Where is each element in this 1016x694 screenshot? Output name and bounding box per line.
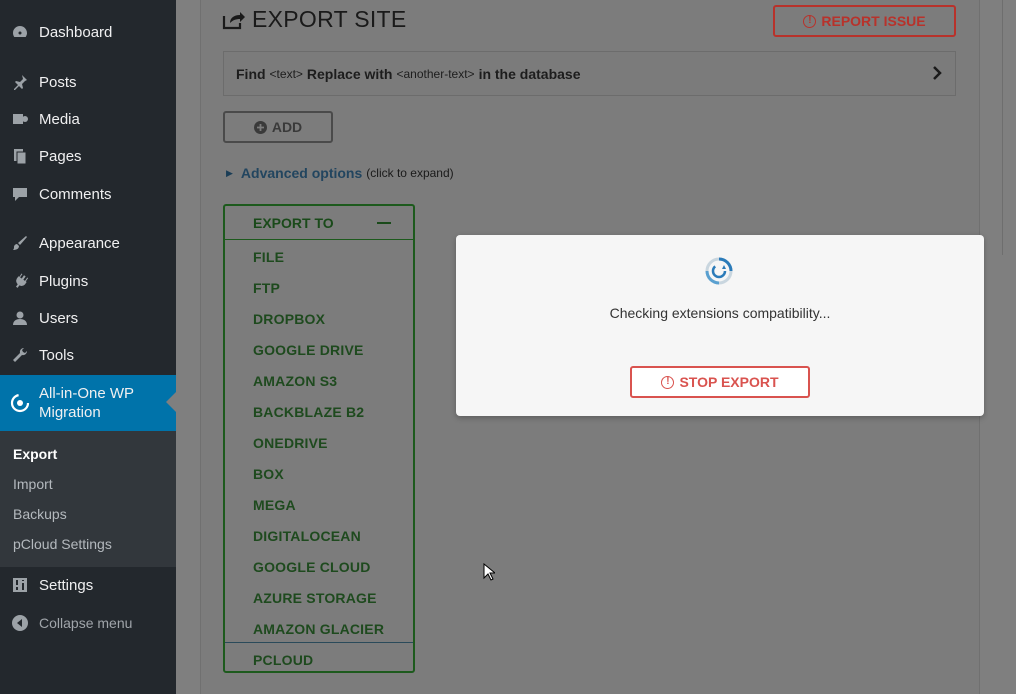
sidebar-submenu: Export Import Backups pCloud Settings	[0, 431, 176, 567]
sidebar-item-label: Settings	[39, 576, 94, 594]
alert-icon: !	[803, 14, 817, 28]
export-option-onedrive[interactable]: ONEDRIVE	[253, 435, 328, 451]
comment-icon	[10, 184, 30, 204]
submenu-item-import[interactable]: Import	[13, 476, 53, 492]
export-option-mega[interactable]: MEGA	[253, 497, 296, 513]
sidebar-item-all-in-one-wp-migration[interactable]: All-in-One WP Migration	[0, 375, 176, 431]
sidebar-item-dashboard[interactable]: Dashboard	[0, 14, 176, 50]
loading-spinner-icon	[705, 257, 733, 285]
triangle-right-icon: ▶	[226, 167, 233, 178]
settings-sliders-icon	[10, 575, 30, 595]
sidebar-item-appearance[interactable]: Appearance	[0, 225, 176, 261]
plugin-icon	[10, 271, 30, 291]
submenu-item-pcloud-settings[interactable]: pCloud Settings	[13, 536, 112, 552]
export-option-digitalocean[interactable]: DIGITALOCEAN	[253, 528, 361, 544]
sidebar-item-label: Media	[39, 110, 80, 128]
export-option-dropbox[interactable]: DROPBOX	[253, 311, 325, 327]
sidebar-item-label: Tools	[39, 346, 75, 364]
export-to-dropdown: EXPORT TO FILE FTP DROPBOX GOOGLE DRIVE …	[223, 204, 415, 673]
dashboard-icon	[10, 22, 30, 42]
sidebar-item-label: Users	[39, 309, 79, 327]
export-option-ftp[interactable]: FTP	[253, 280, 280, 296]
brush-icon	[10, 233, 30, 253]
export-option-amazon-s3[interactable]: AMAZON S3	[253, 373, 337, 389]
export-option-amazon-glacier[interactable]: AMAZON GLACIER	[253, 621, 384, 637]
sidebar-item-label: Posts	[39, 73, 77, 91]
active-indicator-arrow	[166, 392, 176, 412]
sidebar-item-label: Pages	[39, 147, 82, 165]
export-option-file[interactable]: FILE	[253, 249, 284, 265]
sidebar-item-plugins[interactable]: Plugins	[0, 263, 176, 299]
submenu-item-backups[interactable]: Backups	[13, 506, 67, 522]
report-issue-button[interactable]: ! REPORT ISSUE	[773, 5, 956, 37]
export-option-pcloud[interactable]: PCLOUD	[253, 652, 313, 668]
submenu-item-export[interactable]: Export	[13, 446, 57, 462]
mouse-cursor-icon	[483, 563, 495, 581]
sidebar-item-users[interactable]: Users	[0, 300, 176, 336]
sidebar-item-label: Collapse menu	[39, 615, 133, 631]
sidebar-item-label: All-in-One WP Migration	[39, 385, 135, 421]
sidebar-item-comments[interactable]: Comments	[0, 176, 176, 212]
export-option-box[interactable]: BOX	[253, 466, 284, 482]
pin-icon	[10, 72, 30, 92]
find-replace-row[interactable]: Find <text> Replace with <another-text> …	[223, 51, 956, 96]
export-progress-modal: Checking extensions compatibility... ! S…	[456, 235, 984, 416]
export-icon	[222, 11, 245, 29]
export-option-google-drive[interactable]: GOOGLE DRIVE	[253, 342, 364, 358]
alert-icon: !	[661, 375, 675, 389]
sidebar-item-tools[interactable]: Tools	[0, 337, 176, 373]
sidebar-item-label: Comments	[39, 185, 112, 203]
export-to-header[interactable]: EXPORT TO	[225, 206, 413, 240]
sidebar-item-pages[interactable]: Pages	[0, 138, 176, 174]
stop-export-button[interactable]: ! STOP EXPORT	[630, 366, 810, 398]
sidebar-item-label: Dashboard	[39, 23, 113, 41]
wrench-icon	[10, 345, 30, 365]
sidebar-item-settings[interactable]: Settings	[0, 567, 176, 603]
chevron-right-icon	[933, 66, 942, 80]
migration-icon	[10, 393, 30, 413]
advanced-options-toggle[interactable]: ▶ Advanced options (click to expand)	[226, 165, 454, 181]
sidebar-item-posts[interactable]: Posts	[0, 64, 176, 100]
modal-status-message: Checking extensions compatibility...	[609, 305, 831, 321]
user-icon	[10, 308, 30, 328]
plus-circle-icon	[253, 120, 267, 134]
divider	[225, 642, 413, 643]
minus-icon	[377, 222, 391, 224]
sidebar-item-label: Appearance	[39, 234, 120, 252]
pages-icon	[10, 146, 30, 166]
sidebar-item-media[interactable]: Media	[0, 101, 176, 137]
right-panel-edge	[1002, 0, 1016, 255]
collapse-arrow-icon	[10, 613, 30, 633]
admin-sidebar: Dashboard Posts Media Pages Comments App…	[0, 0, 176, 694]
export-option-google-cloud[interactable]: GOOGLE CLOUD	[253, 559, 371, 575]
add-button[interactable]: ADD	[223, 111, 333, 143]
export-option-azure-storage[interactable]: AZURE STORAGE	[253, 590, 377, 606]
media-icon	[10, 109, 30, 129]
collapse-menu-button[interactable]: Collapse menu	[0, 605, 176, 641]
sidebar-item-label: Plugins	[39, 272, 89, 290]
export-option-backblaze-b2[interactable]: BACKBLAZE B2	[253, 404, 364, 420]
page-title: EXPORT SITE	[222, 6, 407, 33]
